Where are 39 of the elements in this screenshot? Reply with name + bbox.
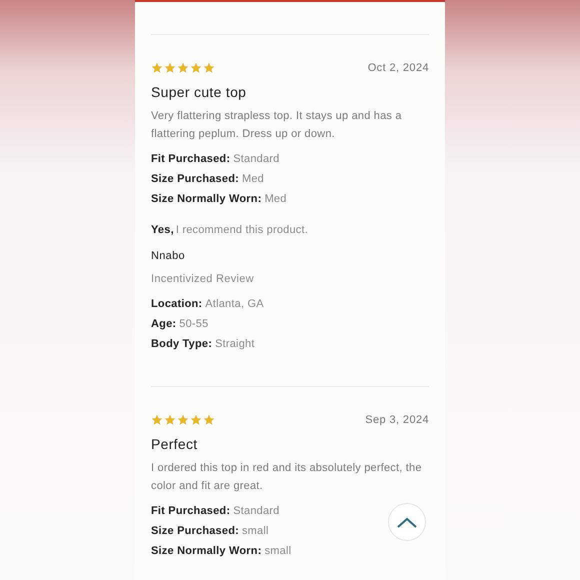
review-title: Super cute top bbox=[151, 84, 248, 101]
field-value: Med bbox=[242, 172, 264, 186]
chevron-up-icon bbox=[397, 516, 417, 528]
incentive-label: Incentivized Review bbox=[151, 272, 255, 286]
star-icon bbox=[151, 414, 163, 426]
field-label: Fit Purchased: bbox=[151, 152, 230, 166]
recommend-text: I recommend this product. bbox=[176, 223, 308, 237]
field-label: Body Type: bbox=[151, 337, 212, 351]
star-icon bbox=[190, 62, 202, 74]
field-value: 50-55 bbox=[179, 317, 208, 331]
field-label: Size Purchased: bbox=[151, 172, 239, 186]
star-icon bbox=[177, 62, 189, 74]
star-icon bbox=[164, 62, 176, 74]
field-label: Size Purchased: bbox=[151, 524, 239, 538]
star-icon bbox=[164, 414, 176, 426]
star-icon bbox=[151, 62, 163, 74]
field-label: Location: bbox=[151, 297, 202, 311]
review-date: Sep 3, 2024 bbox=[365, 413, 429, 427]
field-value: Atlanta, GA bbox=[205, 297, 264, 311]
field-value: small bbox=[264, 544, 292, 558]
star-icon bbox=[177, 414, 189, 426]
review-text: Very flattering strapless top. It stays up and has a flattering peplum. Dress up or down. bbox=[151, 109, 403, 142]
field-value: Med bbox=[264, 192, 287, 206]
field-label: Age: bbox=[151, 317, 176, 331]
field-value: Standard bbox=[233, 152, 280, 166]
field-label: Fit Purchased: bbox=[151, 504, 230, 518]
star-icon bbox=[190, 414, 202, 426]
review-date: Oct 2, 2024 bbox=[368, 61, 429, 75]
recommend-answer: Yes, bbox=[151, 223, 174, 237]
field-label: Size Normally Worn: bbox=[151, 544, 262, 558]
field-value: Straight bbox=[215, 337, 255, 351]
reviewer-name: Nnabo bbox=[151, 249, 186, 263]
review-title: Perfect bbox=[151, 436, 198, 453]
star-icon bbox=[203, 62, 215, 74]
field-value: small bbox=[242, 524, 269, 538]
field-label: Size Normally Worn: bbox=[151, 192, 262, 206]
review-text: I ordered this top in red and its absolutely perfect, the color and fit are great. bbox=[151, 461, 423, 494]
field-value: Standard bbox=[233, 504, 280, 518]
star-icon bbox=[203, 414, 215, 426]
